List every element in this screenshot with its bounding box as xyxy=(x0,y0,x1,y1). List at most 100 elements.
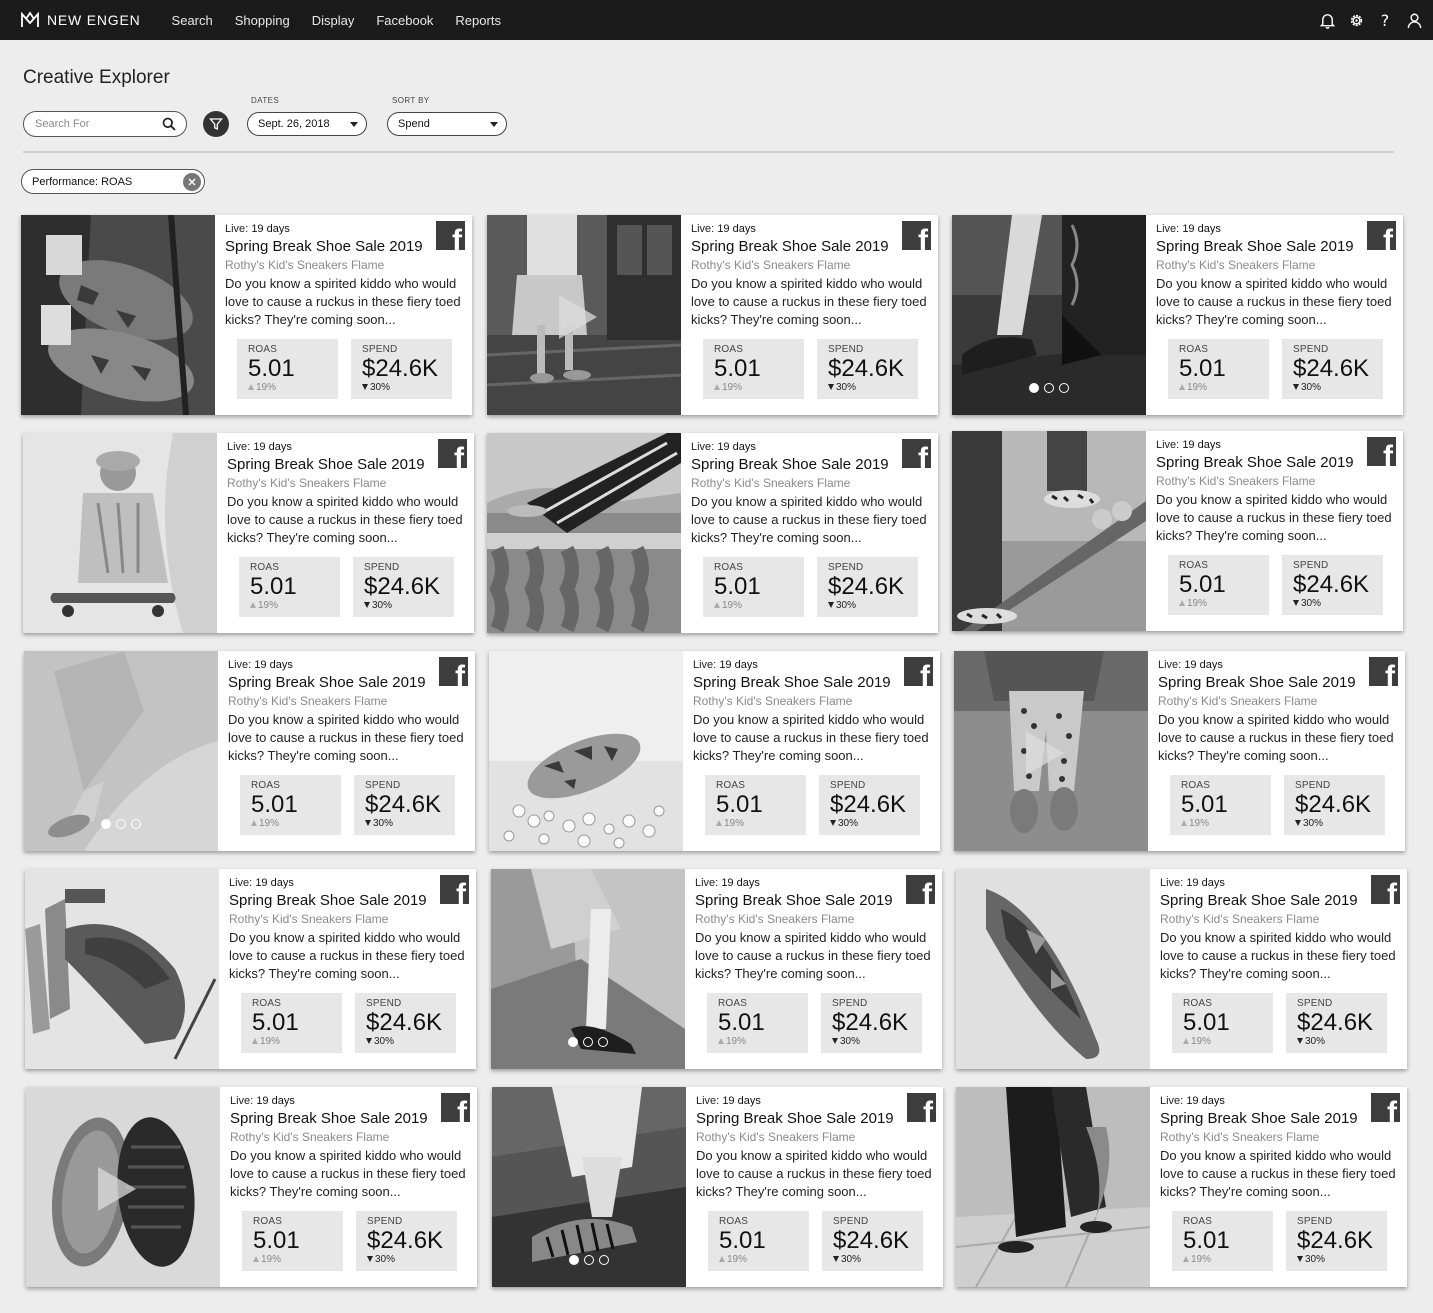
creative-card[interactable]: f Live: 19 days Spring Break Shoe Sale 201… xyxy=(952,431,1403,631)
roas-delta: 19% xyxy=(714,600,804,611)
carousel-dot[interactable] xyxy=(583,1037,593,1047)
campaign-title: Spring Break Shoe Sale 2019 xyxy=(695,892,893,909)
play-icon[interactable] xyxy=(559,295,597,339)
nav-link-shopping[interactable]: Shopping xyxy=(235,13,290,28)
creative-image[interactable] xyxy=(21,215,215,415)
roas-value: 5.01 xyxy=(1179,355,1226,382)
carousel-dot[interactable] xyxy=(1059,383,1069,393)
carousel-dot[interactable] xyxy=(584,1255,594,1265)
ad-description: Do you know a spirited kiddo who would l… xyxy=(695,930,931,981)
search-input[interactable] xyxy=(35,118,155,130)
carousel-dot[interactable] xyxy=(131,819,141,829)
search-icon[interactable] xyxy=(162,117,176,131)
creative-card[interactable]: f Live: 19 days Spring Break Shoe Sale 201… xyxy=(24,651,475,851)
creative-details: Live: 19 days Spring Break Shoe Sale 2019… xyxy=(693,659,938,765)
dates-select[interactable]: Sept. 26, 2018 xyxy=(247,112,367,136)
carousel-dot[interactable] xyxy=(1044,383,1054,393)
ad-description: Do you know a spirited kiddo who would l… xyxy=(691,494,927,545)
live-value: 19 days xyxy=(717,223,756,235)
spend-metric: SPEND $24.6K 30% xyxy=(1286,993,1387,1053)
creative-card[interactable]: f Live: 19 days Spring Break Shoe Sale 201… xyxy=(26,1087,477,1287)
live-value: 19 days xyxy=(254,659,293,671)
spend-label: SPEND xyxy=(364,562,400,573)
bell-icon[interactable] xyxy=(1318,11,1336,29)
spend-metric: SPEND $24.6K 30% xyxy=(821,993,922,1053)
creative-card[interactable]: f Live: 19 days Spring Break Shoe Sale 201… xyxy=(952,215,1403,415)
creative-image[interactable] xyxy=(956,869,1150,1069)
close-icon[interactable] xyxy=(183,173,201,191)
carousel-dot[interactable] xyxy=(1029,383,1039,393)
creative-image[interactable] xyxy=(492,1087,686,1287)
roas-delta: 19% xyxy=(248,382,338,393)
spend-delta-value: 30% xyxy=(1305,1036,1326,1047)
carousel-dot[interactable] xyxy=(116,819,126,829)
gear-icon[interactable] xyxy=(1347,11,1365,29)
sort-select[interactable]: Spend xyxy=(387,112,507,136)
roas-label: ROAS xyxy=(1183,1216,1213,1227)
creative-image[interactable] xyxy=(489,651,683,851)
spend-metric: SPEND $24.6K 30% xyxy=(354,775,455,835)
creative-card[interactable]: f Live: 19 days Spring Break Shoe Sale 201… xyxy=(487,215,938,415)
creative-card[interactable]: f Live: 19 days Spring Break Shoe Sale 201… xyxy=(492,1087,943,1287)
live-label: Live: xyxy=(228,659,252,671)
roas-metric: ROAS 5.01 19% xyxy=(242,1211,343,1271)
creative-card[interactable]: f Live: 19 days Spring Break Shoe Sale 201… xyxy=(25,869,476,1069)
creative-image[interactable] xyxy=(24,651,218,851)
nav-link-facebook[interactable]: Facebook xyxy=(376,13,433,28)
creative-card[interactable]: f Live: 19 days Spring Break Shoe Sale 201… xyxy=(956,869,1407,1069)
live-duration: Live: 19 days xyxy=(1160,877,1405,889)
spend-label: SPEND xyxy=(833,1216,869,1227)
help-icon[interactable]: ? xyxy=(1376,11,1394,30)
nav-link-reports[interactable]: Reports xyxy=(455,13,501,28)
creative-image[interactable] xyxy=(952,215,1146,415)
roas-label: ROAS xyxy=(251,780,281,791)
carousel-dot[interactable] xyxy=(598,1037,608,1047)
creative-image[interactable] xyxy=(26,1087,220,1287)
creative-image[interactable] xyxy=(487,215,681,415)
filter-button[interactable] xyxy=(203,111,229,137)
roas-delta-value: 19% xyxy=(722,382,743,393)
creative-image[interactable] xyxy=(23,433,217,633)
creative-card[interactable]: f Live: 19 days Spring Break Shoe Sale 201… xyxy=(23,433,474,633)
creative-image[interactable] xyxy=(487,433,681,633)
user-icon[interactable] xyxy=(1405,11,1423,29)
creative-image[interactable] xyxy=(491,869,685,1069)
roas-delta-value: 19% xyxy=(1191,1254,1212,1265)
brand[interactable]: NEW ENGEN xyxy=(20,10,141,30)
carousel-dot[interactable] xyxy=(569,1255,579,1265)
creative-image[interactable] xyxy=(954,651,1148,851)
play-icon[interactable] xyxy=(1026,731,1064,775)
creative-photo xyxy=(21,215,215,415)
nav-link-search[interactable]: Search xyxy=(172,13,213,28)
creative-photo xyxy=(23,433,217,633)
roas-metric: ROAS 5.01 19% xyxy=(1168,339,1269,399)
carousel-dot[interactable] xyxy=(101,819,111,829)
top-navbar: NEW ENGEN Search Shopping Display Facebo… xyxy=(0,0,1433,40)
creative-card[interactable]: f Live: 19 days Spring Break Shoe Sale 201… xyxy=(489,651,940,851)
play-icon[interactable] xyxy=(98,1167,136,1211)
ad-subtitle: Rothy's Kid's Sneakers Flame xyxy=(228,694,388,708)
creative-card[interactable]: f Live: 19 days Spring Break Shoe Sale 201… xyxy=(21,215,472,415)
creative-details: Live: 19 days Spring Break Shoe Sale 2019… xyxy=(691,223,936,329)
creative-card[interactable]: f Live: 19 days Spring Break Shoe Sale 201… xyxy=(954,651,1405,851)
carousel-dot[interactable] xyxy=(568,1037,578,1047)
roas-metric: ROAS 5.01 19% xyxy=(703,557,804,617)
spend-delta-value: 30% xyxy=(373,818,394,829)
carousel-dot[interactable] xyxy=(599,1255,609,1265)
spend-value: $24.6K xyxy=(828,355,905,382)
ad-description: Do you know a spirited kiddo who would l… xyxy=(1158,712,1394,763)
spend-metric: SPEND $24.6K 30% xyxy=(1284,775,1385,835)
spend-value: $24.6K xyxy=(366,1009,443,1036)
creative-card[interactable]: f Live: 19 days Spring Break Shoe Sale 201… xyxy=(956,1087,1407,1287)
creative-details: Live: 19 days Spring Break Shoe Sale 2019… xyxy=(1158,659,1403,765)
nav-link-display[interactable]: Display xyxy=(312,13,355,28)
creative-card[interactable]: f Live: 19 days Spring Break Shoe Sale 201… xyxy=(487,433,938,633)
creative-card[interactable]: f Live: 19 days Spring Break Shoe Sale 201… xyxy=(491,869,942,1069)
creative-details: Live: 19 days Spring Break Shoe Sale 2019… xyxy=(229,877,474,983)
creative-image[interactable] xyxy=(25,869,219,1069)
creative-image[interactable] xyxy=(956,1087,1150,1287)
live-duration: Live: 19 days xyxy=(691,441,936,453)
triangle-down-icon xyxy=(1295,820,1301,826)
creative-image[interactable] xyxy=(952,431,1146,631)
roas-value: 5.01 xyxy=(718,1009,765,1036)
